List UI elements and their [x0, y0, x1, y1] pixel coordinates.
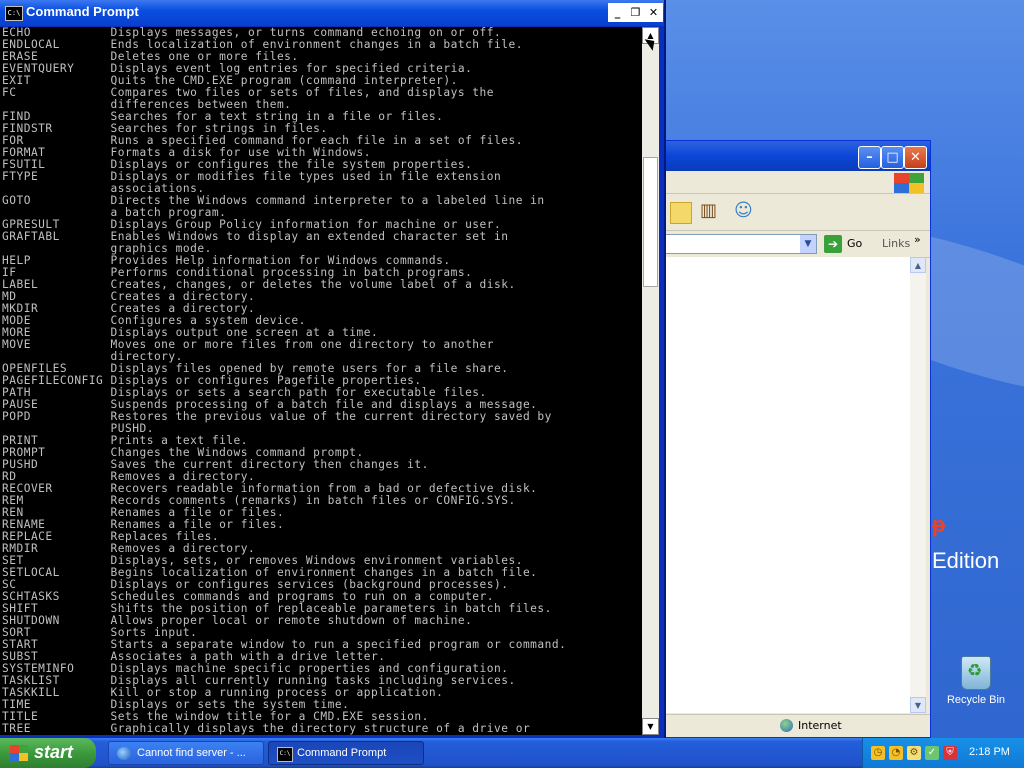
ie-maximize-button[interactable]: □ [881, 146, 904, 169]
contacts-icon[interactable]: ☺ [734, 200, 756, 222]
cmd-window-icon[interactable]: C:\ [5, 6, 23, 21]
ie-vertical-scrollbar[interactable]: ▲ ▼ [910, 257, 926, 713]
ie-scroll-down-icon[interactable]: ▼ [910, 697, 926, 713]
start-button[interactable]: start [0, 738, 96, 768]
tray-network-icon[interactable]: ✓ [925, 746, 939, 760]
ie-globe-icon [117, 747, 131, 760]
cmd-scroll-thumb[interactable] [643, 157, 658, 287]
cmd-vertical-scrollbar[interactable]: ▲ ▼ [642, 27, 659, 735]
ie-minimize-button[interactable]: – [858, 146, 881, 169]
ie-menubar [664, 171, 930, 194]
cmd-close-button[interactable]: ✕ [644, 3, 663, 22]
windows-flag-icon [10, 745, 28, 761]
cmd-console-output[interactable]: ECHO Displays messages, or turns command… [0, 27, 642, 735]
taskbar-item-ie[interactable]: Cannot find server - ... [108, 741, 264, 765]
command-prompt-window: C:\ Command Prompt _ ❐ ✕ ECHO Displays m… [0, 0, 664, 738]
cmd-scroll-down-icon[interactable]: ▼ [642, 718, 659, 735]
windows-logo-mark: ᵽ [932, 512, 946, 537]
cmd-window-title: Command Prompt [26, 4, 139, 19]
recycle-bin-icon[interactable] [961, 656, 991, 690]
tray-tool-icon[interactable]: ⚙ [907, 746, 921, 760]
folders-icon[interactable] [670, 202, 692, 224]
tray-security-shield-icon[interactable]: ⛨ [943, 746, 957, 760]
status-zone-text: Internet [798, 719, 842, 732]
cmd-titlebar[interactable]: C:\ Command Prompt _ ❐ ✕ [0, 0, 664, 26]
go-arrow-icon[interactable]: ➔ [824, 235, 842, 253]
links-button[interactable]: Links [882, 237, 910, 250]
address-input[interactable]: ▼ [664, 234, 817, 254]
ie-window: – □ ✕ ▥ ☺ ▼ ➔ Go Links » ▲ ▼ Internet [664, 140, 931, 738]
tray-timer-icon[interactable]: ◔ [889, 746, 903, 760]
recycle-bin[interactable]: Recycle Bin [940, 656, 1012, 706]
ie-scroll-up-icon[interactable]: ▲ [910, 257, 926, 273]
cmd-console-text: ECHO Displays messages, or turns command… [2, 27, 567, 735]
taskbar-clock[interactable]: 2:18 PM [969, 746, 1010, 758]
cmd-icon: C:\ [277, 747, 293, 762]
address-dropdown-icon[interactable]: ▼ [800, 235, 816, 253]
ie-content-area [664, 257, 910, 713]
links-chevron-icon[interactable]: » [914, 233, 921, 246]
internet-zone-icon [780, 719, 793, 732]
ie-addressbar: ▼ ➔ Go Links » [664, 231, 930, 258]
history-icon[interactable]: ▥ [700, 200, 722, 222]
taskbar-item-label: Command Prompt [297, 747, 387, 759]
go-button[interactable]: Go [847, 237, 862, 250]
system-tray: ◷ ◔ ⚙ ✓ ⛨ 2:18 PM [862, 738, 1024, 768]
ie-statusbar: Internet [664, 714, 930, 737]
start-label: start [34, 742, 74, 762]
edition-text: Edition [932, 548, 1000, 573]
taskbar-item-label: Cannot find server - ... [137, 747, 246, 759]
tray-clock-icon[interactable]: ◷ [871, 746, 885, 760]
cmd-minimize-button[interactable]: _ [608, 3, 627, 22]
ie-close-button[interactable]: ✕ [904, 146, 927, 169]
windows-flag-icon [894, 173, 924, 193]
taskbar: start Cannot find server - ... C:\ Comma… [0, 738, 1024, 768]
taskbar-item-command-prompt[interactable]: C:\ Command Prompt [268, 741, 424, 765]
ie-titlebar[interactable]: – □ ✕ [664, 141, 930, 171]
cmd-restore-button[interactable]: ❐ [626, 3, 645, 22]
recycle-bin-label: Recycle Bin [946, 694, 1006, 706]
ie-toolbar: ▥ ☺ [664, 194, 930, 231]
